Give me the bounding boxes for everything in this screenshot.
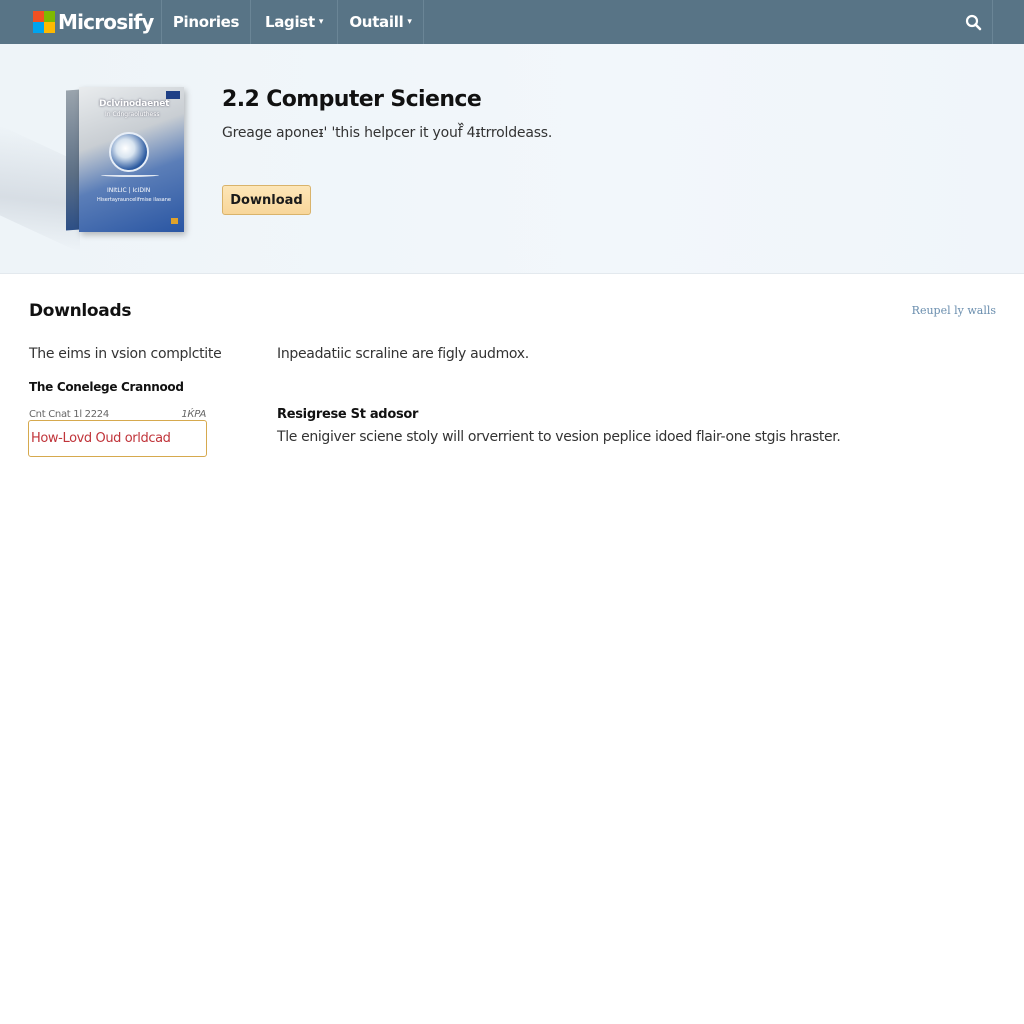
logo-square-yellow: [44, 22, 55, 33]
file-date: Cnt Cnat 1l 2224: [29, 409, 109, 420]
nav-item-label: Lagist: [264, 13, 315, 31]
right-body-text: Tle enigiver sciene stoly will orverrien…: [277, 429, 841, 445]
nav-item-label: Pinories: [172, 13, 240, 31]
left-description: The eims in vsion complctite: [29, 346, 222, 362]
brand[interactable]: Microsify: [0, 0, 162, 44]
globe-ring: [101, 173, 159, 177]
search-icon: [965, 14, 982, 30]
top-nav: Microsify Pinories Lagist ▾ Outaill ▾: [0, 0, 1024, 44]
logo-square-blue: [33, 22, 44, 33]
chevron-down-icon: ▾: [318, 17, 324, 27]
box-logo-icon: [171, 218, 178, 224]
nav-item-pinories[interactable]: Pinories: [162, 0, 251, 44]
logo-square-red: [33, 11, 44, 22]
product-description: Greage aponeᵻ' 'this helpcer it youf᷈ 4ᵻ…: [222, 125, 553, 141]
file-size: 1ЌPA: [181, 409, 206, 420]
search-button[interactable]: [955, 0, 993, 44]
chevron-down-icon: ▾: [407, 17, 412, 27]
download-button[interactable]: Download: [222, 185, 311, 215]
box-cover: Dclvinodaenet In Cdngraoluthess INItLIC …: [79, 87, 184, 232]
right-description: Inpeadatiic scraline are figly audmox.: [277, 346, 529, 362]
box-title: Dclvinodaenet: [99, 99, 170, 109]
hero-banner: Dclvinodaenet In Cdngraoluthess INItLIC …: [0, 44, 1024, 274]
right-subtitle: Resigrese St adosor: [277, 407, 419, 422]
downloads-heading: Downloads: [29, 301, 132, 321]
nav-item-label: Outaill: [349, 13, 404, 31]
left-subtitle: The Conelege Crannood: [29, 380, 184, 394]
file-meta: Cnt Cnat 1l 2224 1ЌPA: [29, 409, 206, 420]
nav-item-lagist[interactable]: Lagist ▾: [251, 0, 338, 44]
box-caption: INItLIC | IcIDIN: [107, 187, 151, 194]
nav-item-outaill[interactable]: Outaill ▾: [338, 0, 424, 44]
box-spine: [66, 89, 80, 231]
download-link-box[interactable]: How-Lovd Oud orldcad: [28, 420, 207, 457]
downloads-side-link[interactable]: Reupel ly walls: [912, 304, 996, 317]
box-subtitle: In Cdngraoluthess: [105, 111, 160, 118]
logo-square-green: [44, 11, 55, 22]
box-badge: [166, 91, 180, 99]
box-caption-small: Hisertayrauncelifmise ilasane: [97, 197, 171, 203]
download-link[interactable]: How-Lovd Oud orldcad: [31, 431, 171, 446]
product-box-image: Dclvinodaenet In Cdngraoluthess INItLIC …: [66, 87, 186, 232]
brand-name: Microsify: [58, 10, 154, 34]
logo-icon: [33, 11, 55, 33]
globe-icon: [109, 132, 149, 172]
product-title: 2.2 Computer Science: [222, 87, 482, 112]
